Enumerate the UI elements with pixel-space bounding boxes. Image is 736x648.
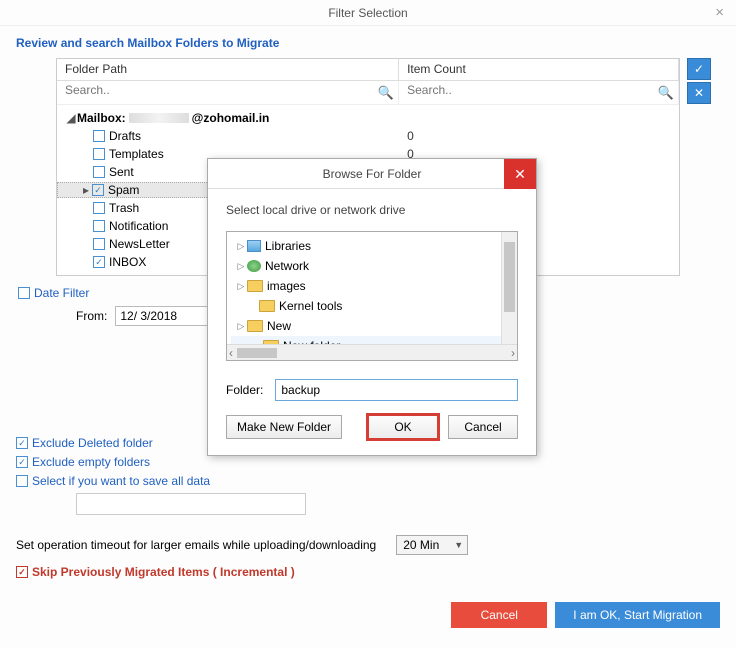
start-migration-button[interactable]: I am OK, Start Migration	[555, 602, 720, 628]
tree-node[interactable]: Libraries	[265, 239, 311, 253]
folder-icon	[247, 320, 263, 332]
skip-migrated-checkbox[interactable]: ✓	[16, 566, 28, 578]
uncheck-all-button[interactable]: ✕	[687, 82, 711, 104]
ok-button[interactable]: OK	[368, 415, 438, 439]
tree-node[interactable]: images	[267, 279, 306, 293]
folder-name[interactable]: Notification	[109, 219, 168, 233]
tree-node[interactable]: Kernel tools	[279, 299, 342, 313]
folder-name-input[interactable]	[275, 379, 518, 401]
folder-icon	[247, 280, 263, 292]
folder-name[interactable]: Templates	[109, 147, 164, 161]
folder-icon	[259, 300, 275, 312]
folder-name[interactable]: Drafts	[109, 129, 141, 143]
search-icon[interactable]: 🔍	[658, 85, 674, 101]
chevron-down-icon: ▼	[454, 540, 463, 550]
horizontal-scrollbar[interactable]: ‹›	[227, 344, 517, 360]
save-all-checkbox[interactable]	[16, 475, 28, 487]
from-label: From:	[76, 309, 107, 323]
tree-node[interactable]: New	[267, 319, 291, 333]
date-filter-label: Date Filter	[34, 286, 89, 300]
col-item-count[interactable]: Item Count	[399, 59, 679, 80]
expand-icon[interactable]: ▷	[235, 281, 247, 292]
dialog-close-button[interactable]: ✕	[504, 159, 536, 189]
from-date-input[interactable]: 12/ 3/2018	[115, 306, 215, 326]
col-folder-path[interactable]: Folder Path	[57, 59, 399, 80]
folder-checkbox[interactable]: ✓	[92, 184, 104, 196]
search-count-input[interactable]	[407, 83, 658, 97]
window-title-bar: Filter Selection ×	[0, 0, 736, 26]
tree-node[interactable]: Network	[265, 259, 309, 273]
expand-icon[interactable]: ▷	[235, 261, 247, 272]
vertical-scrollbar[interactable]	[501, 232, 517, 344]
folder-field-label: Folder:	[226, 383, 263, 397]
folder-checkbox[interactable]	[93, 220, 105, 232]
folder-checkbox[interactable]	[93, 238, 105, 250]
date-filter-checkbox[interactable]	[18, 287, 30, 299]
browse-folder-dialog: Browse For Folder ✕ Select local drive o…	[207, 158, 537, 456]
search-icon[interactable]: 🔍	[378, 85, 394, 101]
dialog-title: Browse For Folder	[323, 167, 422, 181]
folder-count: 0	[399, 129, 679, 143]
dialog-instruction: Select local drive or network drive	[226, 203, 518, 217]
folder-checkbox[interactable]: ✓	[93, 256, 105, 268]
collapse-icon[interactable]: ◢	[65, 111, 77, 125]
timeout-select[interactable]: 20 Min▼	[396, 535, 468, 555]
exclude-deleted-label: Exclude Deleted folder	[32, 436, 153, 450]
folder-tree-panel: ▷ Libraries ▷ Network ▷ images Kernel tools…	[226, 231, 518, 361]
expand-icon[interactable]: ▷	[235, 241, 247, 252]
exclude-empty-label: Exclude empty folders	[32, 455, 150, 469]
mailbox-user-obscured	[129, 113, 189, 123]
folder-name[interactable]: INBOX	[109, 255, 146, 269]
folder-checkbox[interactable]	[93, 166, 105, 178]
save-all-label: Select if you want to save all data	[32, 474, 210, 488]
exclude-deleted-checkbox[interactable]: ✓	[16, 437, 28, 449]
dialog-cancel-button[interactable]: Cancel	[448, 415, 518, 439]
mailbox-domain: @zohomail.in	[192, 111, 270, 125]
review-heading: Review and search Mailbox Folders to Mig…	[16, 36, 720, 50]
folder-name[interactable]: Sent	[109, 165, 134, 179]
save-path-input[interactable]	[76, 493, 306, 515]
skip-migrated-label: Skip Previously Migrated Items ( Increme…	[32, 565, 295, 579]
search-path-input[interactable]	[65, 83, 378, 97]
exclude-empty-checkbox[interactable]: ✓	[16, 456, 28, 468]
mailbox-label: Mailbox:	[77, 111, 126, 125]
folder-checkbox[interactable]	[93, 202, 105, 214]
folder-checkbox[interactable]	[93, 130, 105, 142]
network-icon	[247, 260, 261, 272]
close-icon[interactable]: ×	[715, 0, 724, 26]
timeout-label: Set operation timeout for larger emails …	[16, 538, 376, 552]
folder-name[interactable]: Trash	[109, 201, 139, 215]
folder-name[interactable]: Spam	[108, 183, 139, 197]
check-all-button[interactable]: ✓	[687, 58, 711, 80]
make-new-folder-button[interactable]: Make New Folder	[226, 415, 342, 439]
expand-icon[interactable]: ▷	[235, 321, 247, 332]
expand-icon[interactable]: ▸	[80, 183, 92, 197]
folder-name[interactable]: NewsLetter	[109, 237, 170, 251]
cancel-button[interactable]: Cancel	[451, 602, 547, 628]
folder-checkbox[interactable]	[93, 148, 105, 160]
window-title: Filter Selection	[328, 6, 407, 20]
libraries-icon	[247, 240, 261, 252]
